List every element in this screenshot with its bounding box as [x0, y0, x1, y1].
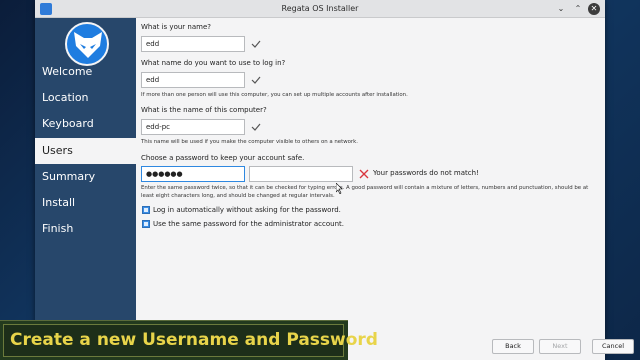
close-icon[interactable]: ✕	[588, 3, 600, 15]
maximize-icon[interactable]: ⌃	[572, 3, 584, 15]
minimize-icon[interactable]: ⌄	[555, 3, 567, 15]
sidebar-item-finish: Finish	[42, 222, 74, 235]
autologin-label[interactable]: Log in automatically without asking for …	[153, 206, 341, 214]
back-button[interactable]: Back	[492, 339, 534, 354]
computer-hint: This name will be used if you make the c…	[141, 139, 358, 145]
admin-same-password-label[interactable]: Use the same password for the administra…	[153, 220, 344, 228]
sidebar: Welcome Location Keyboard Users Summary …	[35, 18, 136, 360]
sidebar-item-location: Location	[42, 91, 89, 104]
sidebar-item-install: Install	[42, 196, 76, 209]
login-label: What name do you want to use to log in?	[141, 59, 286, 67]
password-confirm-field[interactable]	[249, 166, 353, 182]
login-hint: If more than one person will use this co…	[141, 92, 408, 98]
computer-name-field[interactable]: edd-pc	[141, 119, 245, 135]
installer-window: Regata OS Installer ⌄ ⌃ ✕ Welcome Locati…	[35, 0, 634, 360]
cancel-button[interactable]: Cancel	[592, 339, 634, 354]
title-bar: Regata OS Installer ⌄ ⌃ ✕	[35, 0, 605, 18]
admin-same-password-checkbox[interactable]	[142, 220, 150, 228]
login-field[interactable]: edd	[141, 72, 245, 88]
sidebar-item-keyboard: Keyboard	[42, 117, 94, 130]
autologin-checkbox[interactable]	[142, 206, 150, 214]
mouse-cursor-icon	[336, 183, 343, 194]
computer-check-icon	[251, 123, 261, 131]
sidebar-item-summary: Summary	[42, 170, 96, 183]
password-hint: Enter the same password twice, so that i…	[141, 185, 589, 199]
error-cross-icon	[359, 169, 369, 179]
computer-label: What is the name of this computer?	[141, 106, 267, 114]
name-field[interactable]: edd	[141, 36, 245, 52]
next-button[interactable]: Next	[539, 339, 581, 354]
password-error: Your passwords do not match!	[373, 169, 479, 177]
password-label: Choose a password to keep your account s…	[141, 154, 305, 162]
login-check-icon	[251, 76, 261, 84]
sidebar-item-welcome: Welcome	[42, 65, 93, 78]
name-label: What is your name?	[141, 23, 211, 31]
window-title: Regata OS Installer	[281, 4, 359, 13]
password-field[interactable]: ●●●●●●	[141, 166, 245, 182]
users-page: What is your name? edd What name do you …	[136, 18, 634, 360]
caption-banner: Create a new Username and Password	[0, 320, 378, 360]
caption-text: Create a new Username and Password	[3, 324, 378, 357]
name-check-icon	[251, 40, 261, 48]
sidebar-item-users: Users	[35, 138, 136, 164]
